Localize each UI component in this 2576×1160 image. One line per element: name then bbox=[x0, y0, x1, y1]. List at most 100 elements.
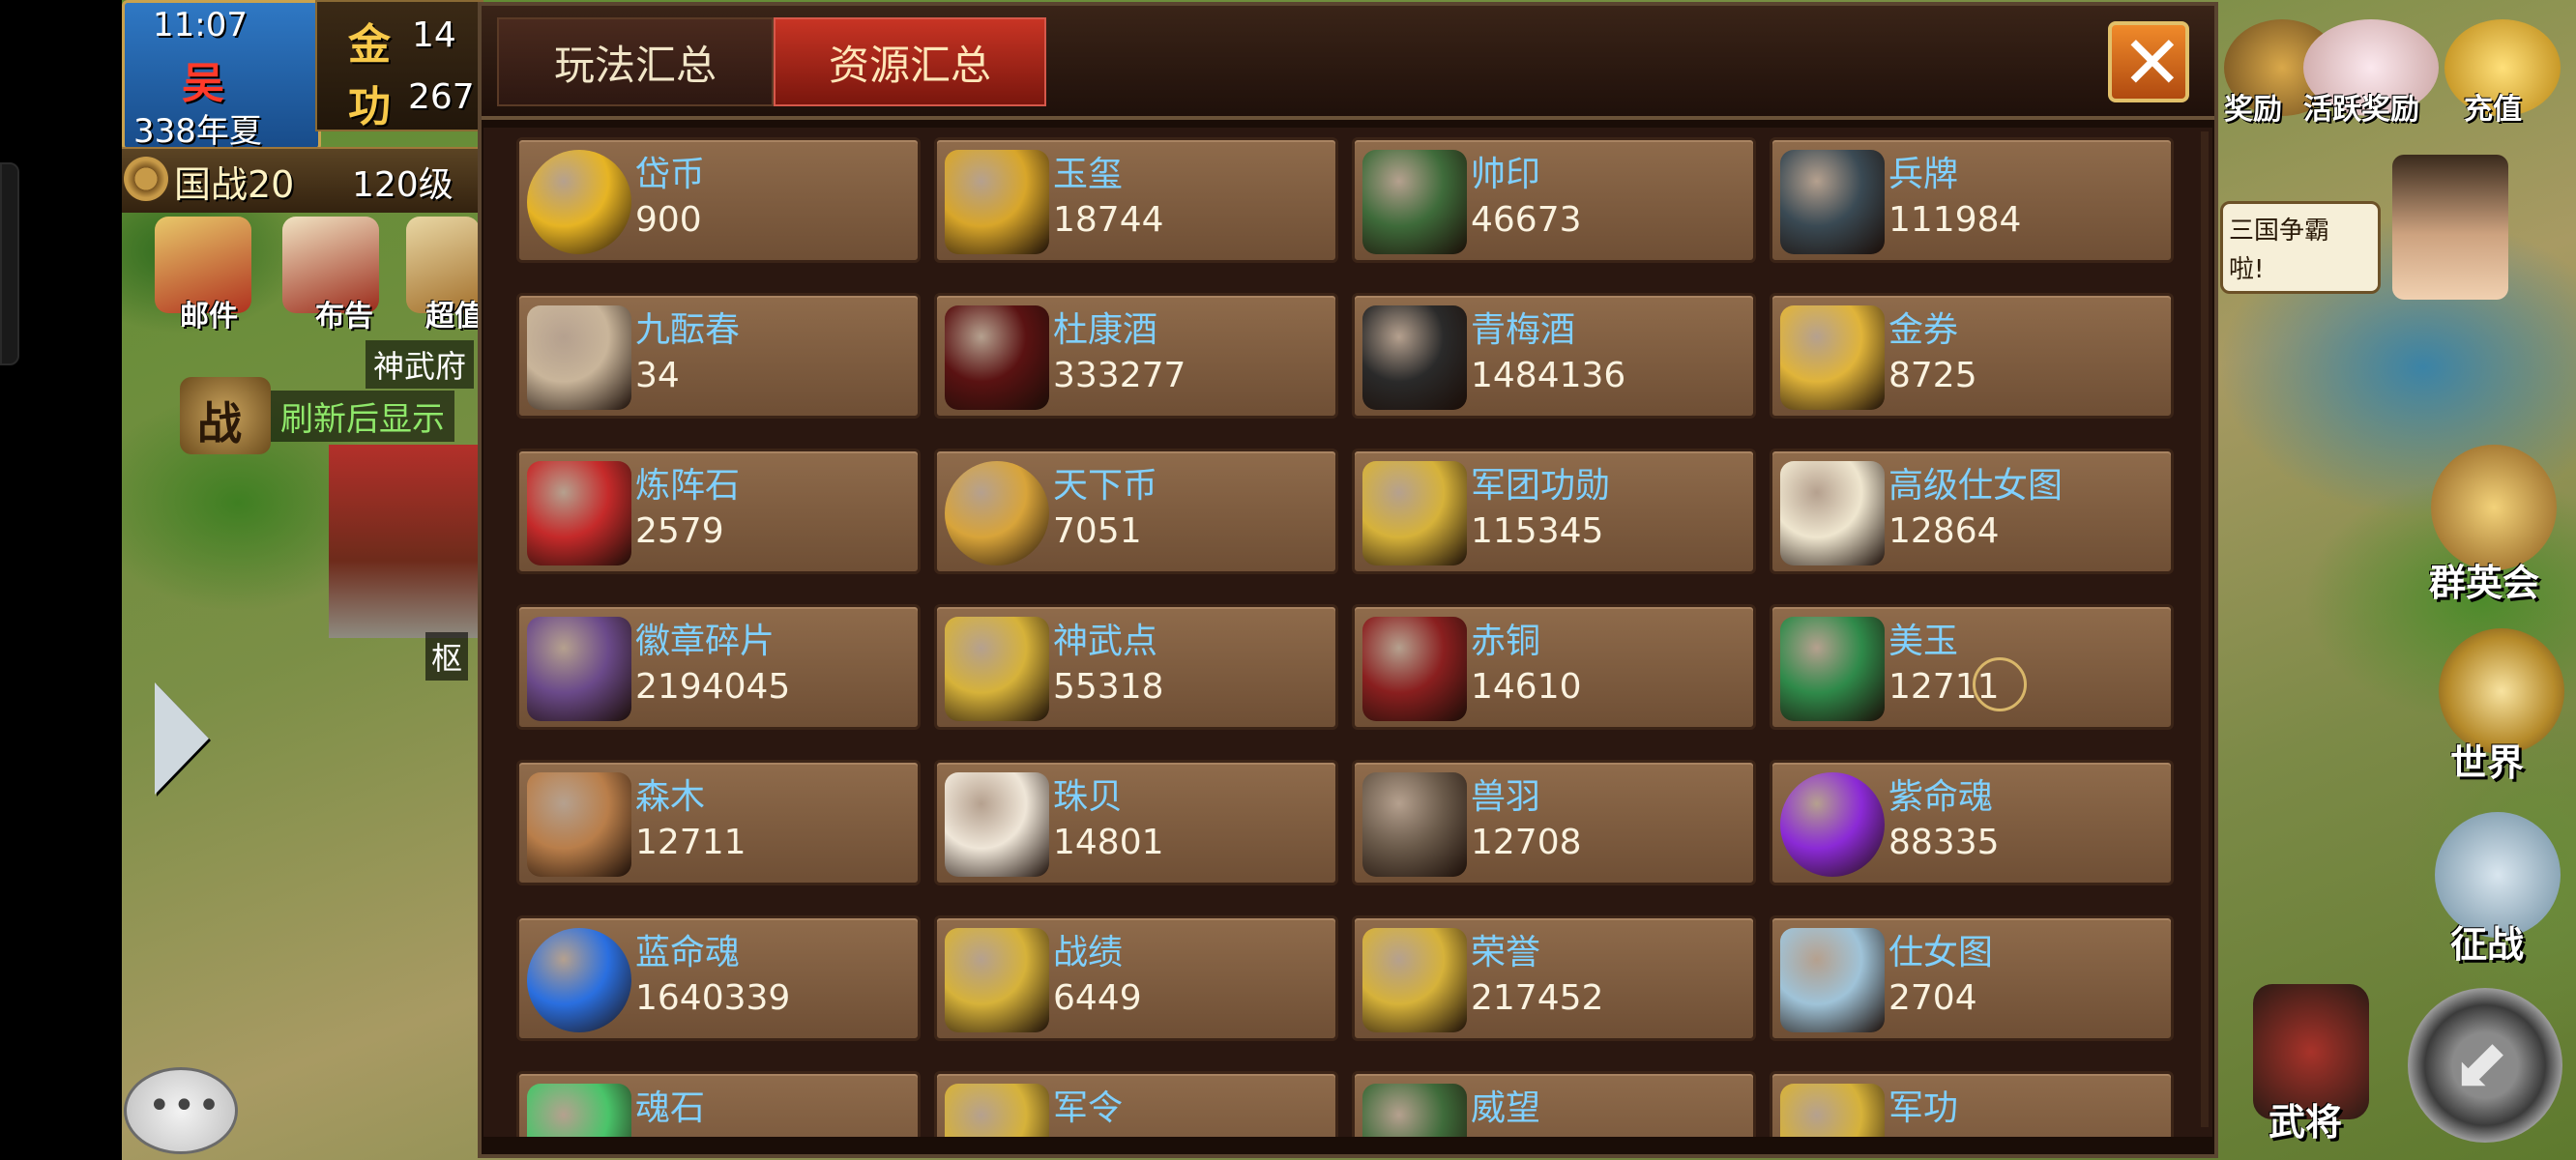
resource-name: 荣誉 bbox=[1471, 933, 1541, 972]
expand-arrow-icon[interactable] bbox=[155, 682, 209, 795]
gold-label: 金 bbox=[348, 20, 391, 70]
merit-value: 267 bbox=[408, 77, 475, 117]
resource-card[interactable]: 神武点 55318 bbox=[934, 604, 1338, 730]
army-token-icon bbox=[1780, 150, 1885, 254]
resource-value: 88335 bbox=[1888, 823, 2000, 862]
resource-card[interactable]: 森木 12711 bbox=[516, 760, 921, 885]
resource-card[interactable]: 军令 bbox=[934, 1071, 1338, 1137]
map-location-tag[interactable]: 枢 bbox=[425, 632, 469, 681]
resource-card[interactable]: 青梅酒 1484136 bbox=[1352, 293, 1756, 419]
close-button[interactable]: ✕ bbox=[2108, 19, 2189, 105]
resource-card[interactable]: 天下币 7051 bbox=[934, 449, 1338, 574]
resource-value: 217452 bbox=[1471, 978, 1604, 1018]
resource-name: 战绩 bbox=[1053, 933, 1124, 972]
red-gem-icon bbox=[527, 461, 631, 566]
resource-value: 1484136 bbox=[1471, 356, 1626, 395]
resource-name: 帅印 bbox=[1471, 155, 1541, 194]
recharge-label: 充值 bbox=[2464, 93, 2522, 127]
heroes-club-icon[interactable] bbox=[2431, 445, 2557, 570]
resource-card[interactable]: 战绩 6449 bbox=[934, 915, 1338, 1041]
active-reward-label: 活跃奖励 bbox=[2303, 93, 2419, 127]
merit-label: 功 bbox=[348, 82, 391, 131]
return-button[interactable]: ⬋ bbox=[2408, 988, 2562, 1143]
resource-card[interactable]: 金券 8725 bbox=[1770, 293, 2174, 419]
expedition-label: 征战 bbox=[2450, 923, 2525, 966]
gold-value: 14 bbox=[412, 15, 456, 55]
badge-shard-icon bbox=[527, 617, 631, 721]
close-icon: ✕ bbox=[2122, 19, 2183, 105]
mail-label: 邮件 bbox=[180, 300, 238, 334]
resource-name: 军功 bbox=[1888, 1088, 1959, 1128]
resource-card[interactable]: 美玉 12711 bbox=[1770, 604, 2174, 730]
resource-name: 高级仕女图 bbox=[1888, 466, 2064, 506]
resource-name: 赤铜 bbox=[1471, 622, 1541, 661]
resource-card[interactable]: 九酝春 34 bbox=[516, 293, 921, 419]
resource-value: 333277 bbox=[1053, 356, 1186, 395]
resource-value: 8725 bbox=[1888, 356, 1977, 395]
resource-card[interactable]: 紫命魂 88335 bbox=[1770, 760, 2174, 885]
resource-name: 魂石 bbox=[635, 1088, 706, 1128]
castle-building[interactable] bbox=[329, 445, 480, 638]
red-copper-icon bbox=[1362, 617, 1467, 721]
resource-name: 军令 bbox=[1053, 1088, 1124, 1128]
resource-card[interactable]: 兵牌 111984 bbox=[1770, 137, 2174, 263]
resource-card[interactable]: 荣誉 217452 bbox=[1352, 915, 1756, 1041]
resource-card[interactable]: 军功 bbox=[1770, 1071, 2174, 1137]
resource-value: 14801 bbox=[1053, 823, 1164, 862]
season-label: 338年夏 bbox=[133, 112, 262, 151]
gear-icon[interactable] bbox=[124, 157, 168, 201]
resource-card[interactable]: 珠贝 14801 bbox=[934, 760, 1338, 885]
side-handle bbox=[0, 162, 19, 365]
resource-value: 2704 bbox=[1888, 978, 1977, 1018]
resource-card[interactable]: 杜康酒 333277 bbox=[934, 293, 1338, 419]
resource-value: 2194045 bbox=[635, 667, 791, 707]
resource-card[interactable]: 蓝命魂 1640339 bbox=[516, 915, 921, 1041]
resource-value: 55318 bbox=[1053, 667, 1164, 707]
resource-value: 1640339 bbox=[635, 978, 791, 1018]
resource-card[interactable]: 威望 bbox=[1352, 1071, 1756, 1137]
shenwu-building-label[interactable]: 神武府 bbox=[366, 340, 475, 389]
resource-grid[interactable]: 岱币 900 玉玺 18744 帅印 46673 兵牌 111984 九酝春 34 杜康酒 33327… bbox=[483, 128, 2212, 1137]
tab-resource-summary[interactable]: 资源汇总 bbox=[774, 17, 1046, 106]
scrollbar[interactable] bbox=[2201, 131, 2209, 1127]
gold-ticket-icon bbox=[1780, 305, 1885, 410]
resource-value: 14610 bbox=[1471, 667, 1582, 707]
resource-card[interactable]: 仕女图 2704 bbox=[1770, 915, 2174, 1041]
resource-card[interactable]: 帅印 46673 bbox=[1352, 137, 1756, 263]
resource-name: 玉玺 bbox=[1053, 155, 1124, 194]
resource-name: 杜康酒 bbox=[1053, 310, 1158, 350]
tab-gameplay-summary[interactable]: 玩法汇总 bbox=[497, 17, 774, 106]
resource-card[interactable]: 岱币 900 bbox=[516, 137, 921, 263]
scroll-blue-icon bbox=[1780, 928, 1885, 1032]
advisor-portrait[interactable] bbox=[2392, 155, 2508, 300]
feather-icon bbox=[1362, 772, 1467, 877]
resource-card[interactable]: 炼阵石 2579 bbox=[516, 449, 921, 574]
resource-card[interactable]: 徽章碎片 2194045 bbox=[516, 604, 921, 730]
resource-card[interactable]: 玉玺 18744 bbox=[934, 137, 1338, 263]
national-war-label: 国战20 bbox=[174, 163, 295, 206]
advisor-speech-bubble: 三国争霸 啦! bbox=[2220, 201, 2381, 294]
resource-value: 115345 bbox=[1471, 511, 1604, 551]
resource-name: 金券 bbox=[1888, 310, 1959, 350]
prestige-icon bbox=[1362, 1084, 1467, 1137]
resource-card[interactable]: 军团功勋 115345 bbox=[1352, 449, 1756, 574]
resource-card[interactable]: 赤铜 14610 bbox=[1352, 604, 1756, 730]
resource-value: 2579 bbox=[635, 511, 724, 551]
resource-name: 岱币 bbox=[635, 155, 706, 194]
resource-card[interactable]: 兽羽 12708 bbox=[1352, 760, 1756, 885]
military-order-icon bbox=[945, 1084, 1049, 1137]
resource-card[interactable]: 魂石 bbox=[516, 1071, 921, 1137]
resource-value: 900 bbox=[635, 200, 702, 240]
resource-card[interactable]: 高级仕女图 12864 bbox=[1770, 449, 2174, 574]
shenwu-point-icon bbox=[945, 617, 1049, 721]
notice-label: 布告 bbox=[315, 300, 373, 334]
honor-icon bbox=[1362, 928, 1467, 1032]
resource-value: 12864 bbox=[1888, 511, 2000, 551]
commander-seal-icon bbox=[1362, 150, 1467, 254]
resource-name: 青梅酒 bbox=[1471, 310, 1576, 350]
clock: 11:07 bbox=[153, 6, 248, 44]
chat-button[interactable]: ••• bbox=[124, 1067, 238, 1154]
war-badge-icon[interactable]: 战 bbox=[180, 377, 271, 454]
refresh-notice: 刷新后显示 bbox=[271, 391, 454, 442]
resource-value: 6449 bbox=[1053, 978, 1142, 1018]
